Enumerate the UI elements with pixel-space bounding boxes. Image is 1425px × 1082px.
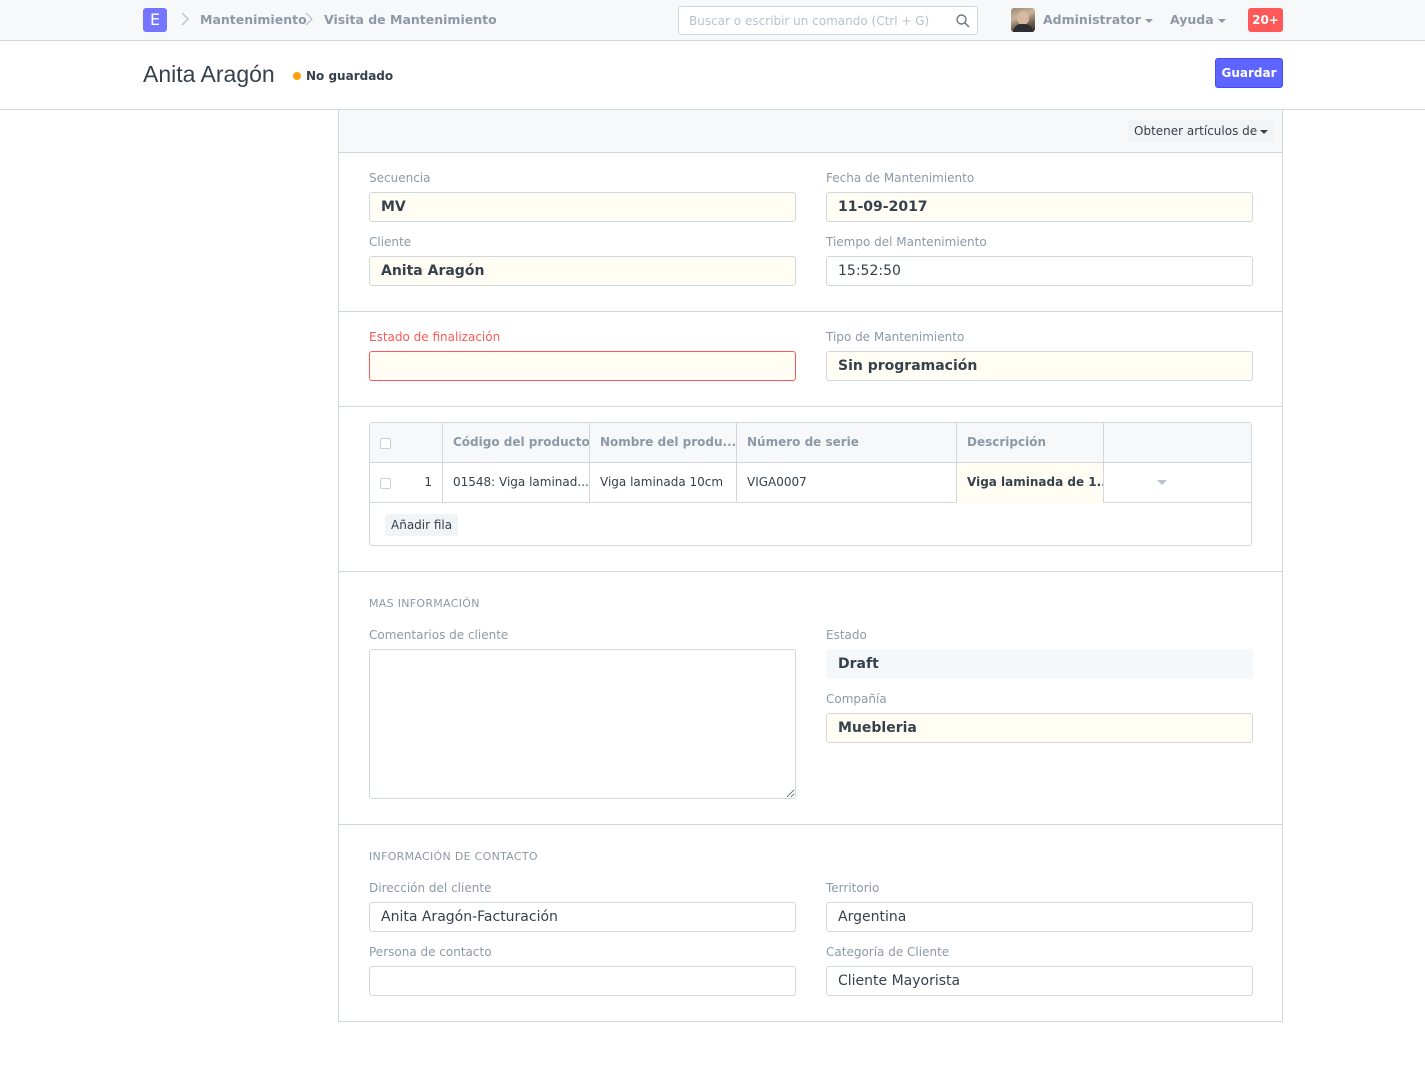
get-items-button[interactable]: Obtener artículos de (1128, 120, 1275, 142)
row-index: 1 (424, 475, 432, 489)
contact-heading: INFORMACIÓN DE CONTACTO (369, 850, 538, 863)
territory-label: Territorio (826, 881, 880, 895)
more-info-heading: MAS INFORMACIÓN (369, 597, 480, 610)
header-nombre: Nombre del produ... (590, 423, 737, 463)
table-header: Código del producto Nombre del produ... … (370, 423, 1251, 463)
app-logo[interactable]: E (143, 8, 167, 32)
cell-serie[interactable]: VIGA0007 (737, 463, 957, 503)
secuencia-label: Secuencia (369, 171, 431, 185)
caret-down-icon (1144, 18, 1153, 23)
get-items-label: Obtener artículos de (1134, 124, 1258, 138)
form-layout: Obtener artículos de Secuencia MV Fecha … (338, 110, 1283, 1022)
header-serie: Número de serie (737, 423, 957, 463)
estado-finalizacion-select[interactable] (369, 351, 796, 381)
help-label: Ayuda (1170, 12, 1214, 27)
page-title: Anita Aragón (143, 61, 275, 87)
contact-person-field[interactable] (369, 966, 796, 996)
save-button[interactable]: Guardar (1215, 58, 1283, 88)
section-divider (339, 311, 1282, 312)
search-input[interactable] (679, 7, 939, 34)
section-divider (339, 824, 1282, 825)
customer-group-label: Categoría de Cliente (826, 945, 950, 959)
estado-label: Estado (826, 628, 867, 642)
user-menu[interactable]: Administrator (1043, 12, 1153, 27)
company-field[interactable]: Muebleria (826, 713, 1253, 743)
tiempo-field[interactable]: 15:52:50 (826, 256, 1253, 286)
navbar: E Mantenimiento Visita de Mantenimiento … (0, 0, 1425, 41)
user-name: Administrator (1043, 12, 1141, 27)
status-text: No guardado (306, 69, 394, 83)
avatar[interactable] (1011, 8, 1035, 32)
cell-descripcion[interactable]: Viga laminada de 1... (957, 463, 1104, 503)
chevron-right-icon (181, 12, 189, 26)
secuencia-field[interactable]: MV (369, 192, 796, 222)
table-row[interactable]: 1 01548: Viga laminad... Viga laminada 1… (370, 463, 1251, 503)
comments-label: Comentarios de cliente (369, 628, 509, 642)
cell-codigo[interactable]: 01548: Viga laminad... (443, 463, 590, 503)
caret-down-icon (1260, 129, 1269, 134)
add-row-button[interactable]: Añadir fila (385, 514, 459, 536)
row-edit-caret-icon[interactable] (1156, 479, 1168, 487)
search-icon[interactable] (955, 13, 971, 29)
customer-group-field[interactable]: Cliente Mayorista (826, 966, 1253, 996)
select-all-checkbox[interactable] (380, 438, 391, 449)
search-box (678, 6, 978, 35)
fecha-label: Fecha de Mantenimiento (826, 171, 975, 185)
tiempo-label: Tiempo del Mantenimiento (826, 235, 987, 249)
cell-nombre[interactable]: Viga laminada 10cm (590, 463, 737, 503)
row-select-cell: 1 (370, 463, 443, 503)
cliente-label: Cliente (369, 235, 412, 249)
form-toolbar: Obtener artículos de (339, 110, 1282, 153)
help-menu[interactable]: Ayuda (1170, 12, 1226, 27)
address-field[interactable]: Anita Aragón-Facturación (369, 902, 796, 932)
section-divider (339, 571, 1282, 572)
contact-person-label: Persona de contacto (369, 945, 492, 959)
caret-down-icon (1217, 18, 1226, 23)
address-label: Dirección del cliente (369, 881, 492, 895)
breadcrumb-visita[interactable]: Visita de Mantenimiento (324, 12, 497, 27)
notifications-badge[interactable]: 20+ (1248, 8, 1283, 32)
row-checkbox[interactable] (380, 478, 391, 489)
status-indicator: No guardado (293, 69, 393, 83)
items-table: Código del producto Nombre del produ... … (369, 422, 1252, 546)
orange-dot-icon (293, 72, 301, 80)
breadcrumb-mantenimiento[interactable]: Mantenimiento (200, 12, 307, 27)
fecha-field[interactable]: 11-09-2017 (826, 192, 1253, 222)
company-label: Compañía (826, 692, 887, 706)
tipo-label: Tipo de Mantenimiento (826, 330, 965, 344)
page-head: Anita Aragón No guardado Guardar (0, 41, 1425, 110)
header-codigo: Código del producto (443, 423, 590, 463)
cliente-field[interactable]: Anita Aragón (369, 256, 796, 286)
header-descripcion: Descripción (957, 423, 1104, 463)
chevron-right-icon (305, 12, 313, 26)
estado-finalizacion-label: Estado de finalización (369, 330, 501, 344)
territory-field[interactable]: Argentina (826, 902, 1253, 932)
tipo-select[interactable]: Sin programación (826, 351, 1253, 381)
select-all-cell (370, 423, 443, 463)
section-divider (339, 406, 1282, 407)
estado-value: Draft (826, 649, 1253, 679)
comments-textarea[interactable] (369, 649, 796, 799)
